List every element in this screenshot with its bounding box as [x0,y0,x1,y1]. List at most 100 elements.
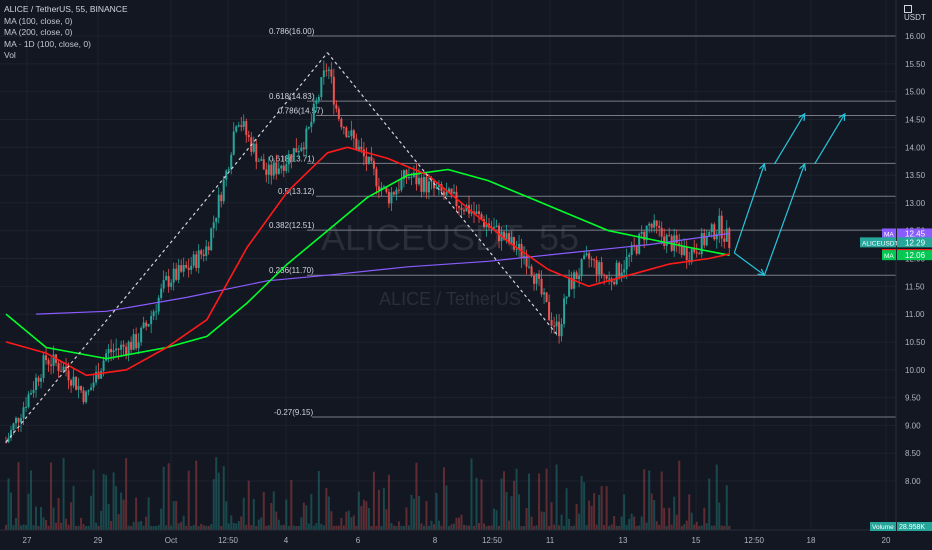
candle-body [130,341,133,350]
volume-bar [352,515,355,530]
volume-bar [70,502,73,530]
volume-bar [27,493,30,530]
volume-bar [638,525,641,530]
volume-bar [327,496,330,530]
volume-bar [30,470,33,530]
candle-body [533,275,536,284]
candle-body [718,215,721,234]
volume-bar [653,500,656,530]
volume-bar [35,506,38,530]
candle-body [618,262,621,277]
legend-ma2[interactable]: MA (200, close, 0) [4,27,128,39]
fib-label: 0.5(13.12) [278,187,315,196]
volume-bar [267,525,270,530]
volume-bar [185,525,188,530]
candle-body [345,127,348,137]
volume-bar [700,525,703,530]
price-axis[interactable]: 16.0015.5015.0014.5014.0013.5013.0012.50… [895,0,932,550]
candle-body [205,246,208,256]
volume-bar [540,511,543,530]
volume-bar [708,478,711,530]
candle-body [395,189,398,195]
volume-bar [710,525,713,530]
candle-body [457,206,460,208]
volume-bar [623,494,626,530]
volume-bar [460,514,463,530]
candle-body [543,292,546,295]
price-tick: 8.50 [905,449,921,458]
volume-bar [350,517,353,530]
price-chart[interactable]: ALICEUSDT, 55 ALICE / TetherUS 0.786(16.… [0,0,932,550]
candle-body [175,268,178,280]
price-axis-bg [896,0,932,550]
legend-ma1[interactable]: MA (100, close, 0) [4,16,128,28]
candle-body [27,394,30,407]
volume-bar [600,485,603,530]
volume-bar [282,524,285,530]
candle-body [272,162,275,176]
price-tick: 10.50 [905,338,926,347]
candle-body [87,390,90,392]
volume-bar [145,516,148,530]
candle-body [615,262,618,285]
time-tick: 11 [546,536,555,545]
candle-body [590,258,593,260]
volume-bar [505,491,508,530]
candle-body [30,392,33,395]
candle-body [180,265,183,272]
candle-body [267,164,270,175]
volume-bar [663,507,666,530]
volume-bar [307,523,310,530]
time-tick: 13 [619,536,628,545]
candle-body [650,223,653,228]
candle-body [623,269,626,273]
volume-bar [720,525,723,530]
badge-value: 12.06 [905,251,926,260]
candle-body [100,371,103,379]
candle-body [330,69,333,77]
candle-body [115,348,118,351]
volume-bar [538,473,541,530]
volume-bar [570,525,573,530]
time-axis[interactable]: 27 29 Oct 12:50 4 6 8 12:50 11 13 15 12:50 18 20 [0,529,932,550]
currency-label[interactable]: USDT [904,4,932,22]
candle-body [292,148,295,162]
candle-body [32,389,35,393]
volume-bar [625,524,628,530]
legend-ma3[interactable]: MA · 1D (100, close, 0) [4,39,128,51]
candle-body [613,281,616,285]
projection-arrow [733,252,765,276]
ma-red-line [5,146,730,377]
volume-bar [402,525,405,530]
badge-value: 12.29 [905,238,926,247]
legend-vol[interactable]: Vol [4,50,128,62]
candle-body [152,311,155,317]
candle-body [280,165,283,169]
candle-body [350,130,353,137]
candle-body [450,188,453,194]
volume-bar [415,462,418,530]
candle-body [12,423,15,430]
volume-bar [387,474,390,530]
volume-bar [422,525,425,530]
symbol-title[interactable]: ALICE / TetherUS, 55, BINANCE [4,4,128,16]
volume-bar [620,516,623,530]
volume-bar [182,515,185,530]
candle-body [90,387,93,391]
volume-bar [7,478,10,530]
candle-body [585,253,588,256]
candle-body [197,250,200,268]
candle-body [703,233,706,246]
volume-bar [337,525,340,530]
volume-bar [305,505,308,530]
volume-bar [668,507,671,530]
time-tick: 27 [23,536,32,545]
volume-bar [400,525,403,530]
volume-bar [435,492,438,530]
time-tick: 8 [433,536,438,545]
price-tick: 10.00 [905,366,926,375]
candle-body [593,259,596,261]
candle-body [282,165,285,171]
candle-body [297,150,300,153]
volume-bar [475,477,478,530]
